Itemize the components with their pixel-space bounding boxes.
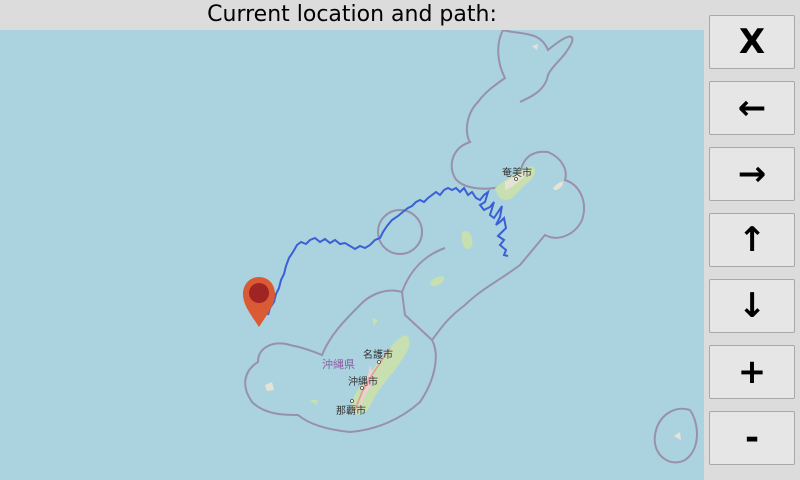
pan-down-button[interactable]: ↓: [709, 279, 795, 333]
naha-city-dot: [350, 399, 354, 403]
pan-up-button[interactable]: ↑: [709, 213, 795, 267]
app-window: Current location and path: 奄美市 沖縄県 名護市 沖…: [0, 0, 800, 480]
zoom-in-button[interactable]: +: [709, 345, 795, 399]
page-title: Current location and path:: [0, 0, 704, 30]
close-button[interactable]: X: [709, 15, 795, 69]
marker-dot: [249, 283, 269, 303]
pan-left-button[interactable]: ←: [709, 81, 795, 135]
zoom-out-button[interactable]: -: [709, 411, 795, 465]
amami-city-label: 奄美市: [502, 166, 532, 179]
map-view[interactable]: 奄美市 沖縄県 名護市 沖縄市 那覇市: [0, 30, 704, 480]
pan-right-button[interactable]: →: [709, 147, 795, 201]
okinawa-city-label: 沖縄市: [348, 375, 378, 388]
map-canvas[interactable]: 奄美市 沖縄県 名護市 沖縄市 那覇市: [0, 30, 704, 480]
prefecture-label: 沖縄県: [322, 357, 355, 371]
nago-city-label: 名護市: [363, 348, 393, 361]
control-panel: X ← → ↑ ↓ + -: [704, 0, 800, 480]
naha-city-label: 那覇市: [336, 404, 366, 417]
